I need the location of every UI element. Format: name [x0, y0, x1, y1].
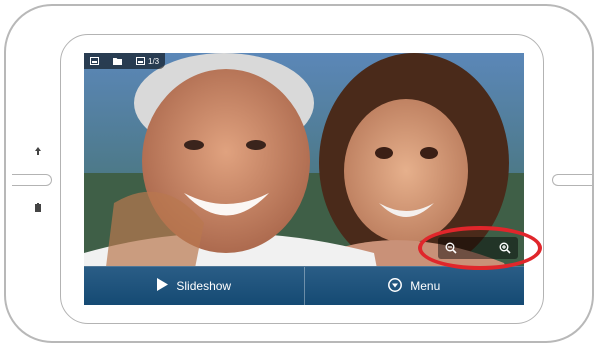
play-icon	[156, 278, 169, 294]
image-counter-label: 1/3	[148, 56, 160, 66]
photo-icon[interactable]	[90, 57, 99, 65]
chevron-down-circle-icon	[388, 277, 403, 295]
menu-label: Menu	[410, 279, 441, 293]
zoom-highlight-ring	[418, 226, 542, 270]
battery-icon[interactable]	[34, 203, 42, 215]
bottom-action-bar: Slideshow Menu	[84, 266, 524, 305]
arrow-up-icon[interactable]	[34, 146, 42, 158]
slideshow-button[interactable]: Slideshow	[84, 267, 304, 305]
top-status-bar: 1/3	[84, 53, 166, 69]
image-counter: 1/3	[136, 57, 159, 66]
photo-icon	[136, 57, 145, 65]
folder-icon[interactable]	[113, 57, 122, 65]
menu-button[interactable]: Menu	[303, 267, 525, 305]
left-side-slot	[12, 174, 52, 186]
slideshow-label: Slideshow	[176, 279, 232, 293]
right-side-slot	[552, 174, 592, 186]
